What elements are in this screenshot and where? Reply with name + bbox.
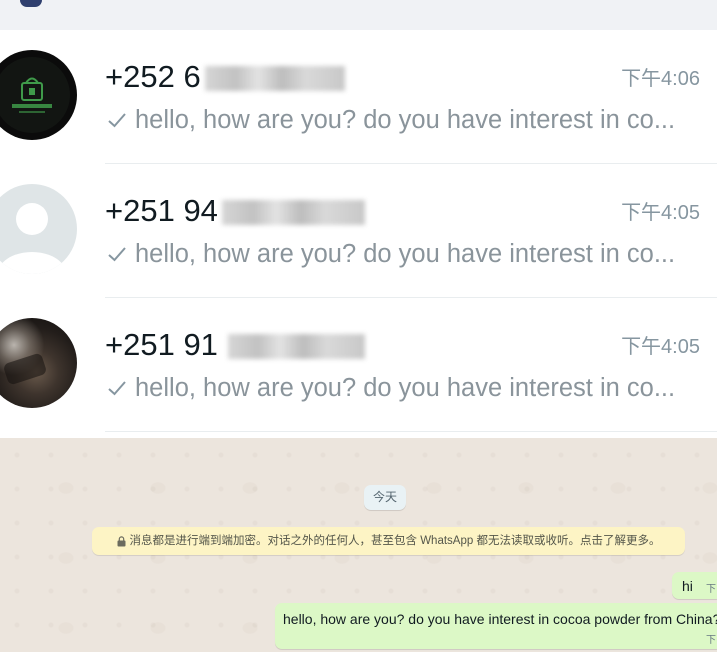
photo-detail [2, 352, 48, 386]
divider [105, 431, 717, 432]
single-check-icon [108, 113, 126, 128]
message-preview: hello, how are you? do you have interest… [135, 374, 676, 402]
preview-row: hello, how are you? do you have interest… [106, 105, 675, 135]
redacted-name [205, 66, 345, 91]
default-user-icon [0, 184, 77, 274]
lock-icon [117, 535, 126, 546]
chat-time: 下午4:06 [621, 68, 700, 90]
message-time: 下 [706, 635, 716, 646]
message-preview: hello, how are you? do you have interest… [135, 240, 676, 268]
encryption-notice[interactable]: 消息都是进行端到端加密。对话之外的任何人，甚至包含 WhatsApp 都无法读取… [92, 527, 685, 555]
outgoing-message[interactable]: hello, how are you? do you have interest… [275, 603, 717, 649]
message-text: hi [682, 578, 693, 594]
preview-row: hello, how are you? do you have interest… [106, 373, 675, 403]
message-text: hello, how are you? do you have interest… [283, 611, 717, 627]
redacted-name [228, 334, 365, 359]
encryption-notice-text: 消息都是进行端到端加密。对话之外的任何人，甚至包含 WhatsApp 都无法读取… [129, 535, 661, 547]
conversation-panel: 今天 消息都是进行端到端加密。对话之外的任何人，甚至包含 WhatsApp 都无… [0, 438, 717, 652]
store-logo-avatar [0, 50, 77, 140]
chat-item[interactable]: +251 94 下午4:05 hello, how are you? do yo… [0, 164, 717, 298]
default-user-avatar [0, 184, 77, 274]
single-check-icon [108, 381, 126, 396]
contact-name: +251 91 [105, 327, 218, 362]
single-check-icon [108, 247, 126, 262]
message-preview: hello, how are you? do you have interest… [135, 106, 676, 134]
store-logo-icon [0, 50, 77, 140]
chat-time: 下午4:05 [621, 202, 700, 224]
chat-time: 下午4:05 [621, 336, 700, 358]
chat-item[interactable]: +252 6 下午4:06 hello, how are you? do you… [0, 30, 717, 164]
search-bar[interactable] [0, 0, 717, 30]
chat-list: +252 6 下午4:06 hello, how are you? do you… [0, 30, 717, 438]
contact-photo-avatar [0, 318, 77, 408]
message-time: 下 [706, 584, 716, 595]
date-chip: 今天 [364, 485, 406, 510]
contact-name: +252 6 [105, 59, 201, 94]
preview-row: hello, how are you? do you have interest… [106, 239, 675, 269]
contact-name: +251 94 [105, 193, 218, 228]
outgoing-message[interactable]: hi 下 [672, 572, 717, 599]
redacted-name [222, 200, 365, 225]
chat-item[interactable]: +251 91 下午4:05 hello, how are you? do yo… [0, 298, 717, 432]
search-icon[interactable] [20, 0, 42, 7]
